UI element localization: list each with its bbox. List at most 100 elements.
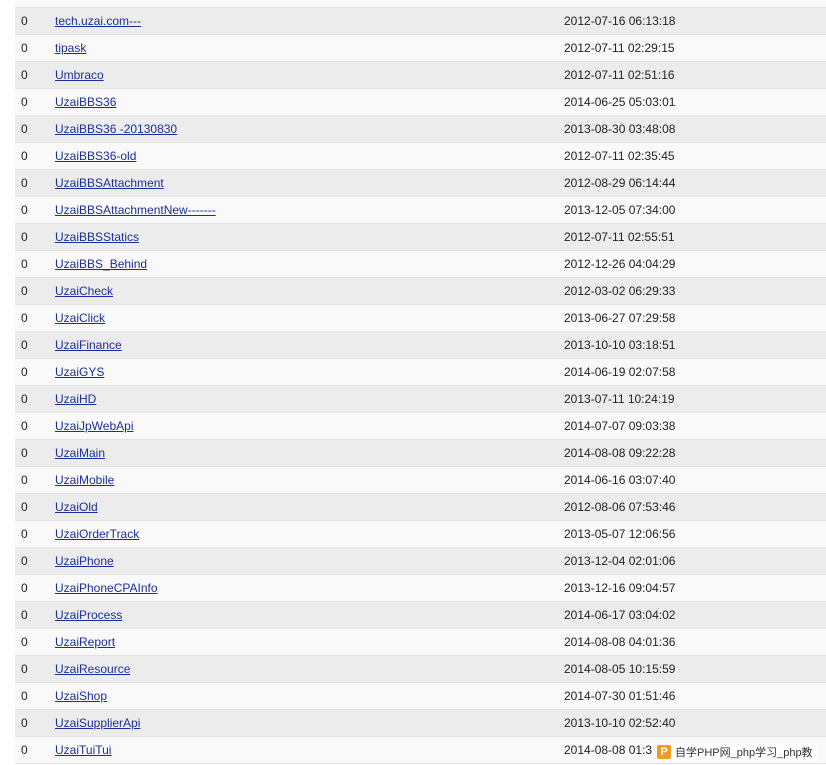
row-date: 2014-06-19 02:07:58 xyxy=(564,365,676,379)
row-count: 0 xyxy=(21,500,28,514)
row-date: 2012-07-16 06:13:18 xyxy=(564,14,676,28)
row-count: 0 xyxy=(21,581,28,595)
table-row: 0 UzaiBBSAttachment 2012-08-29 06:14:44 xyxy=(15,170,826,197)
row-date: 2013-06-27 07:29:58 xyxy=(564,311,676,325)
row-count: 0 xyxy=(21,230,28,244)
database-name-link[interactable]: UzaiClick xyxy=(55,311,105,325)
row-date: 2012-07-11 02:51:16 xyxy=(564,68,675,82)
row-count: 0 xyxy=(21,689,28,703)
table-row: 0 UzaiBBSAttachmentNew------- 2013-12-05 0… xyxy=(15,197,826,224)
database-name-link[interactable]: UzaiProcess xyxy=(55,608,122,622)
table-row: 0 UzaiClick 2013-06-27 07:29:58 xyxy=(15,305,826,332)
row-name-cell: UzaiJpWebApi xyxy=(55,413,133,439)
database-name-link[interactable]: UzaiBBS36 xyxy=(55,95,116,109)
row-date: 2012-08-06 07:53:46 xyxy=(564,500,676,514)
row-name-cell: UzaiBBS_Behind xyxy=(55,251,147,277)
row-count: 0 xyxy=(21,203,28,217)
database-name-link[interactable]: UzaiPhone xyxy=(55,554,114,568)
database-name-link[interactable]: UzaiCheck xyxy=(55,284,113,298)
database-name-link[interactable]: UzaiHD xyxy=(55,392,96,406)
database-name-link[interactable]: UzaiOrderTrack xyxy=(55,527,139,541)
database-name-link[interactable]: UzaiTuiTui xyxy=(55,743,111,757)
row-name-cell: UzaiBBSAttachmentNew------- xyxy=(55,197,216,223)
table-row: 0 UzaiFinance 2013-10-10 03:18:51 xyxy=(15,332,826,359)
row-count: 0 xyxy=(21,176,28,190)
table-row: 0 UzaiMobile 2014-06-16 03:07:40 xyxy=(15,467,826,494)
row-count: 0 xyxy=(21,68,28,82)
row-count: 0 xyxy=(21,419,28,433)
row-name-cell: UzaiCheck xyxy=(55,278,113,304)
row-date: 2013-10-10 03:18:51 xyxy=(564,338,676,352)
database-name-link[interactable]: UzaiBBS_Behind xyxy=(55,257,147,271)
row-count: 0 xyxy=(21,257,28,271)
row-name-cell: UzaiGYS xyxy=(55,359,104,385)
table-row: 0 UzaiReport 2014-08-08 04:01:36 xyxy=(15,629,826,656)
row-date: 2012-07-11 02:29:15 xyxy=(564,41,675,55)
database-name-link[interactable]: UzaiBBS36 -20130830 xyxy=(55,122,177,136)
row-date: 2014-06-17 03:04:02 xyxy=(564,608,676,622)
row-count: 0 xyxy=(21,14,28,28)
database-name-link[interactable]: Umbraco xyxy=(55,68,104,82)
row-date: 2012-03-02 06:29:33 xyxy=(564,284,676,298)
row-count: 0 xyxy=(21,716,28,730)
database-name-link[interactable]: UzaiSupplierApi xyxy=(55,716,140,730)
watermark: P 自学PHP网_php学习_php教 xyxy=(657,743,819,761)
row-name-cell: tech.uzai.com--- xyxy=(55,8,141,34)
row-count: 0 xyxy=(21,608,28,622)
table-row: 0 UzaiBBS36-old 2012-07-11 02:35:45 xyxy=(15,143,826,170)
table-row: 0 UzaiOld 2012-08-06 07:53:46 xyxy=(15,494,826,521)
row-date: 2014-07-30 01:51:46 xyxy=(564,689,676,703)
database-name-link[interactable]: UzaiJpWebApi xyxy=(55,419,133,433)
row-date: 2012-12-26 04:04:29 xyxy=(564,257,676,271)
row-count: 0 xyxy=(21,635,28,649)
table-row: 0 UzaiMain 2014-08-08 09:22:28 xyxy=(15,440,826,467)
row-date: 2014-06-25 05:03:01 xyxy=(564,95,676,109)
database-name-link[interactable]: UzaiFinance xyxy=(55,338,122,352)
table-row: 0 UzaiPhoneCPAInfo 2013-12-16 09:04:57 xyxy=(15,575,826,602)
database-name-link[interactable]: UzaiResource xyxy=(55,662,130,676)
database-name-link[interactable]: UzaiBBS36-old xyxy=(55,149,136,163)
row-count: 0 xyxy=(21,527,28,541)
table-row: 0 tech.uzai.com--- 2012-07-16 06:13:18 xyxy=(15,8,826,35)
table-row: 0 UzaiPhone 2013-12-04 02:01:06 xyxy=(15,548,826,575)
table-row: 0 UzaiBBSStatics 2012-07-11 02:55:51 xyxy=(15,224,826,251)
row-name-cell: UzaiPhoneCPAInfo xyxy=(55,575,158,601)
database-name-link[interactable]: UzaiMobile xyxy=(55,473,114,487)
database-name-link[interactable]: tipask xyxy=(55,41,86,55)
row-name-cell: UzaiReport xyxy=(55,629,115,655)
row-date: 2012-08-29 06:14:44 xyxy=(564,176,676,190)
row-count: 0 xyxy=(21,473,28,487)
row-name-cell: UzaiClick xyxy=(55,305,105,331)
row-name-cell: UzaiSupplierApi xyxy=(55,710,140,736)
row-name-cell: Umbraco xyxy=(55,62,104,88)
database-name-link[interactable]: UzaiReport xyxy=(55,635,115,649)
row-date: 2012-07-11 02:55:51 xyxy=(564,230,675,244)
table-row: 0 UzaiGYS 2014-06-19 02:07:58 xyxy=(15,359,826,386)
row-name-cell: UzaiPhone xyxy=(55,548,114,574)
table-row: 0 UzaiOrderTrack 2013-05-07 12:06:56 xyxy=(15,521,826,548)
row-name-cell: UzaiMain xyxy=(55,440,105,466)
table-row: 0 UzaiSupplierApi 2013-10-10 02:52:40 xyxy=(15,710,826,737)
database-name-link[interactable]: UzaiShop xyxy=(55,689,107,703)
database-name-link[interactable]: UzaiGYS xyxy=(55,365,104,379)
table-row: 0 UzaiHD 2013-07-11 10:24:19 xyxy=(15,386,826,413)
database-name-link[interactable]: UzaiPhoneCPAInfo xyxy=(55,581,158,595)
database-name-link[interactable]: UzaiBBSAttachmentNew------- xyxy=(55,203,216,217)
row-count: 0 xyxy=(21,446,28,460)
row-date: 2014-08-08 09:22:28 xyxy=(564,446,676,460)
row-name-cell: UzaiBBS36-old xyxy=(55,143,136,169)
database-name-link[interactable]: UzaiBBSAttachment xyxy=(55,176,164,190)
row-date: 2013-10-10 02:52:40 xyxy=(564,716,676,730)
row-name-cell: UzaiBBSStatics xyxy=(55,224,139,250)
row-count: 0 xyxy=(21,554,28,568)
row-name-cell: UzaiBBSAttachment xyxy=(55,170,164,196)
database-name-link[interactable]: UzaiMain xyxy=(55,446,105,460)
database-name-link[interactable]: tech.uzai.com--- xyxy=(55,14,141,28)
row-date: 2012-07-11 02:35:45 xyxy=(564,149,675,163)
row-name-cell: UzaiProcess xyxy=(55,602,122,628)
table-row xyxy=(15,0,826,8)
database-name-link[interactable]: UzaiBBSStatics xyxy=(55,230,139,244)
row-name-cell: tipask xyxy=(55,35,86,61)
table-row: 0 UzaiProcess 2014-06-17 03:04:02 xyxy=(15,602,826,629)
database-name-link[interactable]: UzaiOld xyxy=(55,500,98,514)
